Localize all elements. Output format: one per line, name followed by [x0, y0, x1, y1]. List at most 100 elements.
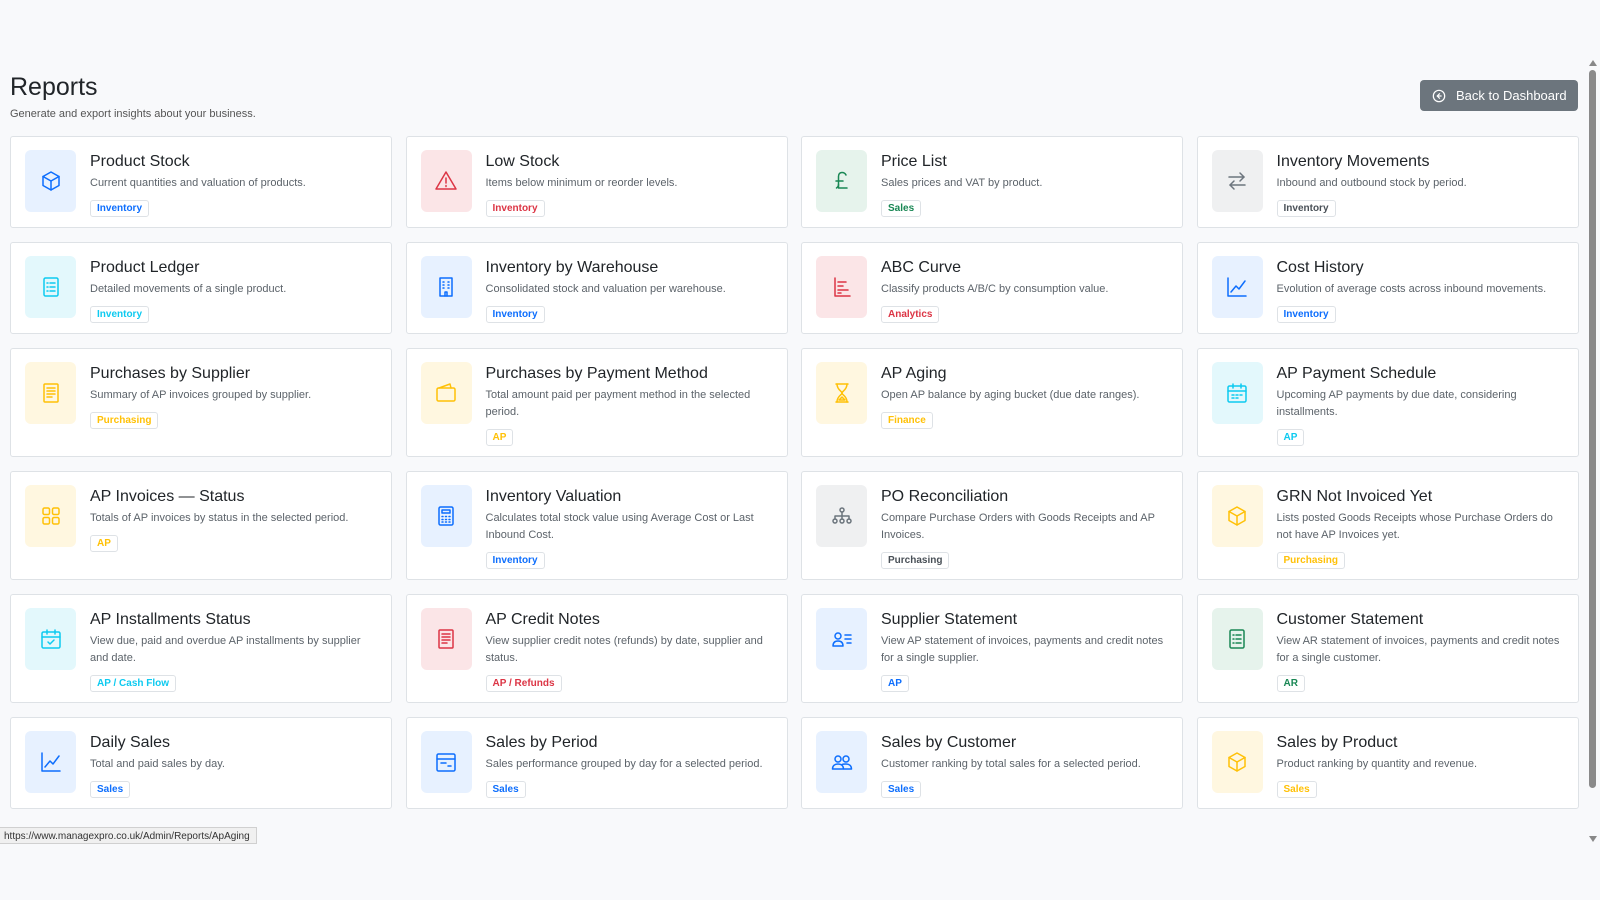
report-card[interactable]: AP Installments Status View due, paid and…: [10, 594, 392, 703]
report-card-description: View AR statement of invoices, payments …: [1276, 635, 1560, 664]
report-card-description: Classify products A/B/C by consumption v…: [881, 283, 1109, 295]
report-card[interactable]: Purchases by Supplier Summary of AP invoi…: [10, 348, 392, 457]
arrow-circle-left-icon: [1432, 89, 1446, 103]
report-card-badge: Finance: [881, 412, 933, 429]
report-card[interactable]: AP Invoices — Status Totals of AP invoice…: [10, 471, 392, 580]
report-card[interactable]: ABC Curve Classify products A/B/C by cons…: [801, 242, 1183, 334]
warning-icon: [420, 150, 472, 212]
report-card-title: AP Installments Status: [90, 611, 251, 628]
vertical-scrollbar[interactable]: [1586, 58, 1600, 844]
report-card-description: Sales performance grouped by day for a s…: [485, 758, 763, 770]
report-card[interactable]: Product Stock Current quantities and valu…: [10, 136, 392, 228]
receipt-icon: [25, 362, 76, 424]
report-card-title: AP Invoices — Status: [90, 488, 245, 505]
report-card-title: Low Stock: [485, 153, 560, 170]
back-to-dashboard-label: Back to Dashboard: [1456, 88, 1567, 103]
report-card[interactable]: Cost History Evolution of average costs a…: [1196, 242, 1579, 334]
person-lines-icon: [816, 608, 867, 670]
report-card-title: Inventory by Warehouse: [485, 259, 659, 276]
report-card-description: Compare Purchase Orders with Goods Recei…: [881, 512, 1155, 541]
report-card-badge: Inventory: [1276, 306, 1336, 323]
report-card[interactable]: AP Aging Open AP balance by aging bucket …: [801, 348, 1183, 457]
report-card-description: Calculates total stock value using Avera…: [485, 512, 754, 541]
calculator-icon: [420, 485, 472, 547]
building-icon: [420, 256, 472, 318]
report-card[interactable]: Customer Statement View AR statement of i…: [1196, 594, 1579, 703]
report-card-badge: Inventory: [90, 200, 150, 217]
report-card-title: PO Reconciliation: [881, 488, 1009, 505]
report-card-badge: AP / Cash Flow: [90, 675, 177, 692]
report-card[interactable]: Daily Sales Total and paid sales by day. S…: [10, 717, 392, 809]
box-icon: [25, 150, 76, 212]
report-card-description: Product ranking by quantity and revenue.: [1276, 758, 1478, 770]
report-card-badge: Sales: [90, 781, 131, 798]
report-card-badge: AP: [90, 535, 118, 552]
reports-grid: Product Stock Current quantities and valu…: [10, 136, 1579, 823]
hourglass-icon: [816, 362, 867, 424]
report-card[interactable]: Sales by Product Product ranking by quant…: [1196, 717, 1579, 809]
report-card-title: Price List: [881, 153, 947, 170]
report-card-description: Inbound and outbound stock by period.: [1276, 177, 1467, 189]
report-card-description: Items below minimum or reorder levels.: [485, 177, 678, 189]
report-card-badge: Inventory: [485, 306, 545, 323]
report-card-badge: Sales: [485, 781, 526, 798]
pound-icon: [816, 150, 867, 212]
line-chart-icon: [1211, 256, 1263, 318]
report-card-description: View AP statement of invoices, payments …: [881, 635, 1164, 664]
report-card-description: Sales prices and VAT by product.: [881, 177, 1043, 189]
list-document-icon: [1211, 608, 1263, 670]
report-card-badge: Purchasing: [1276, 552, 1345, 569]
report-card-description: Consolidated stock and valuation per war…: [485, 283, 726, 295]
report-card[interactable]: Price List Sales prices and VAT by produc…: [801, 136, 1183, 228]
report-card-title: Product Ledger: [90, 259, 200, 276]
report-card-description: Customer ranking by total sales for a se…: [881, 758, 1141, 770]
viewport-bottom: [0, 844, 1600, 900]
report-card-badge: Purchasing: [881, 552, 950, 569]
report-card-description: Summary of AP invoices grouped by suppli…: [90, 389, 312, 401]
report-card[interactable]: PO Reconciliation Compare Purchase Orders…: [801, 471, 1183, 580]
report-card-badge: Sales: [1276, 781, 1317, 798]
report-card-title: ABC Curve: [881, 259, 962, 276]
scroll-thumb[interactable]: [1589, 70, 1596, 788]
report-card-badge: AR: [1276, 675, 1305, 692]
page-subtitle: Generate and export insights about your …: [10, 108, 256, 120]
diagram-icon: [816, 485, 867, 547]
box-icon: [1211, 731, 1263, 793]
report-card-description: Totals of AP invoices by status in the s…: [90, 512, 349, 524]
report-card[interactable]: GRN Not Invoiced Yet Lists posted Goods R…: [1196, 471, 1579, 580]
report-card[interactable]: Inventory Movements Inbound and outbound …: [1196, 136, 1579, 228]
report-card-title: Inventory Movements: [1276, 153, 1430, 170]
arrows-exchange-icon: [1211, 150, 1263, 212]
report-card-description: Evolution of average costs across inboun…: [1276, 283, 1547, 295]
back-to-dashboard-button[interactable]: Back to Dashboard: [1420, 80, 1578, 111]
receipt-icon: [420, 608, 472, 670]
report-card-badge: Inventory: [1276, 200, 1336, 217]
report-card-title: AP Credit Notes: [485, 611, 600, 628]
report-card-title: Product Stock: [90, 153, 190, 170]
report-card-badge: Sales: [881, 781, 922, 798]
report-card[interactable]: Low Stock Items below minimum or reorder …: [405, 136, 788, 228]
report-card[interactable]: Inventory Valuation Calculates total stoc…: [405, 471, 788, 580]
report-card-description: Detailed movements of a single product.: [90, 283, 287, 295]
report-card[interactable]: Supplier Statement View AP statement of i…: [801, 594, 1183, 703]
report-card[interactable]: Inventory by Warehouse Consolidated stock…: [405, 242, 788, 334]
report-card[interactable]: Sales by Period Sales performance grouped…: [405, 717, 788, 809]
report-card[interactable]: Product Ledger Detailed movements of a si…: [10, 242, 392, 334]
report-card-title: Cost History: [1276, 259, 1364, 276]
report-card-description: Open AP balance by aging bucket (due dat…: [881, 389, 1140, 401]
report-card-title: Daily Sales: [90, 734, 171, 751]
scroll-up-icon[interactable]: [1589, 60, 1597, 66]
report-card-badge: Purchasing: [90, 412, 159, 429]
report-card-description: View supplier credit notes (refunds) by …: [485, 635, 763, 664]
report-card[interactable]: Sales by Customer Customer ranking by tot…: [801, 717, 1183, 809]
report-card-title: Purchases by Supplier: [90, 365, 251, 382]
wallet-icon: [420, 362, 472, 424]
report-card[interactable]: Purchases by Payment Method Total amount …: [405, 348, 788, 457]
report-card[interactable]: AP Payment Schedule Upcoming AP payments …: [1196, 348, 1579, 457]
report-card[interactable]: AP Credit Notes View supplier credit note…: [405, 594, 788, 703]
report-card-description: Lists posted Goods Receipts whose Purcha…: [1276, 512, 1553, 541]
report-card-title: Purchases by Payment Method: [485, 365, 708, 382]
page-header: Reports Generate and export insights abo…: [10, 72, 256, 120]
report-card-description: Current quantities and valuation of prod…: [90, 177, 306, 189]
scroll-down-icon[interactable]: [1589, 836, 1597, 842]
